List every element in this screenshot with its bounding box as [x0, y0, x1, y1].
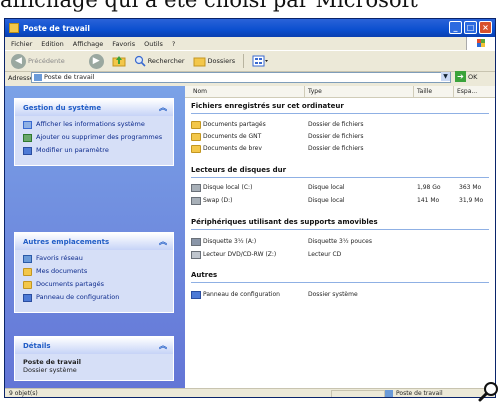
menu-tools[interactable]: Outils [144, 40, 163, 48]
group-title: Fichiers enregistrés sur cet ordinateur [191, 102, 344, 110]
menu-view[interactable]: Affichage [73, 40, 104, 48]
status-object-count: 9 objet(s) [9, 390, 38, 397]
address-input[interactable]: Poste de travail [31, 72, 451, 83]
toolbar-separator [243, 54, 245, 68]
control-panel-icon [191, 291, 201, 299]
back-arrow-icon[interactable]: ◀ [11, 53, 26, 69]
cd-drive-icon [191, 251, 201, 259]
collapse-chevron-icon[interactable]: ︽ [159, 236, 167, 247]
search-button[interactable]: Rechercher [134, 55, 185, 67]
collapse-chevron-icon[interactable]: ︽ [159, 102, 167, 113]
folder-icon [191, 133, 201, 141]
search-label: Rechercher [147, 57, 185, 65]
group-divider [191, 282, 489, 283]
task-pane: Gestion du système ︽ Afficher les inform… [5, 86, 185, 388]
minimize-button[interactable]: _ [449, 21, 462, 34]
other-places-panel: Autres emplacements ︽ Favoris réseau Mes… [14, 232, 174, 313]
system-tasks-header[interactable]: Gestion du système ︽ [15, 99, 173, 116]
folders-label: Dossiers [207, 57, 236, 65]
task-show-system-info[interactable]: Afficher les informations système [23, 120, 167, 129]
folder-icon [191, 145, 201, 153]
hard-drive-icon [191, 184, 201, 192]
back-label[interactable]: Précédente [28, 57, 65, 65]
folder-icon [23, 268, 32, 276]
hard-drive-icon [191, 197, 201, 205]
windows-logo-icon [466, 37, 495, 50]
other-places-title: Autres emplacements [23, 237, 110, 246]
toolbar: ◀ Précédente ▶ Rechercher Dossiers [5, 50, 495, 72]
system-tasks-panel: Gestion du système ︽ Afficher les inform… [14, 98, 174, 166]
forward-arrow-icon[interactable]: ▶ [88, 53, 104, 69]
collapse-chevron-icon[interactable]: ︽ [159, 340, 167, 351]
status-location: Poste de travail [385, 390, 443, 397]
menu-edit[interactable]: Edition [41, 40, 64, 48]
computer-icon [9, 23, 19, 33]
up-folder-button[interactable] [112, 55, 126, 67]
place-shared-documents[interactable]: Documents partagés [23, 280, 167, 289]
go-label: OK [468, 72, 478, 81]
info-icon [23, 121, 32, 129]
status-bar: 9 objet(s) Poste de travail [5, 388, 495, 397]
details-panel: Détails ︽ Poste de travail Dossier systè… [14, 336, 174, 381]
other-places-header[interactable]: Autres emplacements ︽ [15, 233, 173, 250]
folder-icon [191, 121, 201, 129]
explorer-window: Poste de travail _ □ × Fichier Edition A… [4, 18, 496, 398]
col-size[interactable]: Taille [417, 88, 432, 95]
group-title: Lecteurs de disques dur [191, 166, 287, 174]
details-header[interactable]: Détails ︽ [15, 337, 173, 354]
maximize-button[interactable]: □ [464, 21, 477, 34]
computer-small-icon [34, 74, 42, 81]
views-button[interactable] [252, 55, 269, 67]
address-dropdown-icon[interactable]: ▼ [441, 72, 450, 81]
address-label: Adresse [8, 74, 34, 82]
file-list: Nom Type Taille Espa... Fichiers enregis… [185, 86, 495, 388]
up-folder-icon [112, 56, 126, 67]
folders-icon [193, 57, 206, 66]
col-type[interactable]: Type [308, 88, 322, 95]
menu-bar: Fichier Edition Affichage Favoris Outils… [5, 37, 495, 50]
details-name: Poste de travail [23, 358, 81, 366]
details-title: Détails [23, 341, 51, 350]
control-panel-icon [23, 294, 32, 302]
folders-button[interactable]: Dossiers [193, 56, 236, 67]
magnifier-icon[interactable] [478, 380, 500, 402]
computer-small-icon [385, 390, 393, 397]
group-divider [191, 229, 489, 230]
group-divider [191, 113, 489, 114]
system-tasks-title: Gestion du système [23, 103, 102, 112]
go-arrow-icon: ➔ [455, 71, 466, 82]
task-add-remove-programs[interactable]: Ajouter ou supprimer des programmes [23, 133, 167, 142]
group-divider [191, 177, 489, 178]
place-control-panel[interactable]: Panneau de configuration [23, 293, 167, 302]
place-network[interactable]: Favoris réseau [23, 254, 167, 263]
group-title: Périphériques utilisant des supports amo… [191, 218, 378, 226]
menu-favorites[interactable]: Favoris [112, 40, 135, 48]
menu-file[interactable]: Fichier [11, 40, 32, 48]
group-title: Autres [191, 271, 218, 279]
column-header: Nom Type Taille Espa... [185, 86, 495, 98]
close-button[interactable]: × [479, 21, 492, 34]
floppy-icon [191, 238, 201, 246]
views-icon [252, 55, 269, 67]
search-icon [134, 55, 146, 67]
go-button[interactable]: ➔ OK [455, 71, 477, 82]
window-title: Poste de travail [23, 23, 90, 33]
col-free[interactable]: Espa... [457, 88, 477, 95]
title-bar[interactable]: Poste de travail _ □ × [5, 19, 495, 37]
task-change-setting[interactable]: Modifier un paramètre [23, 146, 167, 155]
details-desc: Dossier système [23, 366, 77, 374]
col-name[interactable]: Nom [193, 88, 207, 95]
place-my-documents[interactable]: Mes documents [23, 267, 167, 276]
network-icon [23, 255, 32, 263]
folder-icon [23, 281, 32, 289]
address-value: Poste de travail [44, 73, 95, 81]
status-zone [331, 390, 385, 397]
address-bar: Adresse Poste de travail ▼ ➔ OK [5, 71, 495, 85]
menu-help[interactable]: ? [172, 40, 175, 48]
caption-fragment: affichage qui a été choisi par Microsoft [0, 0, 418, 12]
programs-icon [23, 134, 32, 142]
control-panel-icon [23, 147, 32, 155]
